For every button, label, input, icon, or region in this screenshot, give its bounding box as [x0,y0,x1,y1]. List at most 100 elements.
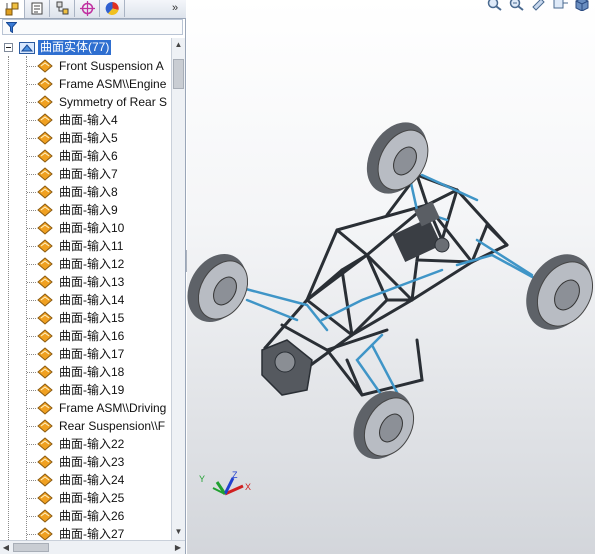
property-icon [31,2,43,15]
surface-bodies-folder[interactable]: 曲面实体(77) [4,39,171,57]
surface-body-item[interactable]: 曲面-输入4 [0,111,171,129]
tree-connector [27,192,36,193]
scroll-thumb[interactable] [173,59,184,89]
color-wheel-icon [105,1,119,16]
tree-filter-bar[interactable] [2,19,183,35]
surface-body-icon [37,149,53,163]
scroll-thumb[interactable] [13,543,49,552]
wheel-rear-left [366,122,429,194]
triad-y-label: Y [199,474,205,484]
tree-connector [27,318,36,319]
scroll-down-icon[interactable]: ▼ [172,525,185,538]
scroll-right-icon[interactable]: ▶ [172,541,184,554]
surface-body-item[interactable]: 曲面-输入15 [0,309,171,327]
surface-body-icon [37,401,53,415]
surface-body-icon [37,131,53,145]
surface-body-item[interactable]: 曲面-输入22 [0,435,171,453]
surface-body-icon [37,473,53,487]
scroll-left-icon[interactable]: ◀ [0,541,12,554]
collapse-icon[interactable] [4,43,13,52]
surface-body-item[interactable]: 曲面-输入9 [0,201,171,219]
front-seat-area [261,339,313,396]
surface-body-icon [37,257,53,271]
tree-connector [27,138,36,139]
surface-body-icon [37,239,53,253]
tree-connector [27,66,36,67]
surface-body-item[interactable]: 曲面-输入23 [0,453,171,471]
surface-body-icon [37,275,53,289]
tree-connector [27,336,36,337]
surface-body-icon [37,293,53,307]
surface-body-label: Front Suspension A [59,59,164,73]
surface-body-item[interactable]: Rear Suspension\\F [0,417,171,435]
surface-body-item[interactable]: 曲面-输入8 [0,183,171,201]
filter-icon [6,22,17,33]
tree-connector [27,210,36,211]
display-manager-tab[interactable] [100,0,125,17]
surface-body-label: 曲面-输入4 [59,113,118,127]
surface-body-label: 曲面-输入14 [59,293,125,307]
tree-connector [27,426,36,427]
surface-body-item[interactable]: 曲面-输入16 [0,327,171,345]
tree-connector [27,84,36,85]
configuration-icon [56,1,69,15]
coordinate-triad: Y Z X [199,470,251,496]
tree-connector [27,372,36,373]
surface-body-label: 曲面-输入8 [59,185,118,199]
surface-body-icon [37,509,53,523]
surface-body-label: 曲面-输入17 [59,347,125,361]
wheel-front-left [187,254,249,322]
triad-x-label: X [245,482,251,492]
tree-connector [27,444,36,445]
surface-body-icon [37,203,53,217]
surface-body-label: 曲面-输入13 [59,275,125,289]
surface-body-item[interactable]: Front Suspension A [0,57,171,75]
surface-body-item[interactable]: Frame ASM\\Driving [0,399,171,417]
tree-connector [27,480,36,481]
surface-body-label: 曲面-输入15 [59,311,125,325]
property-manager-tab[interactable] [25,0,50,17]
tree-connector [27,282,36,283]
more-tabs-button[interactable]: » [165,0,185,17]
surface-body-icon [37,77,53,91]
surface-body-item[interactable]: 曲面-输入10 [0,219,171,237]
surface-body-label: 曲面-输入10 [59,221,125,235]
surface-body-item[interactable]: 曲面-输入11 [0,237,171,255]
feature-manager-tab[interactable] [0,0,25,18]
surface-body-icon [37,527,53,540]
surface-body-label: 曲面-输入9 [59,203,118,217]
tree-connector [27,516,36,517]
surface-body-item[interactable]: 曲面-输入14 [0,291,171,309]
surface-body-item[interactable]: 曲面-输入5 [0,129,171,147]
surface-body-item[interactable]: 曲面-输入25 [0,489,171,507]
tree-connector [27,354,36,355]
graphics-area[interactable]: Y Z X [187,0,595,554]
tree-horizontal-scrollbar[interactable]: ◀ ▶ [0,540,185,554]
surface-body-label: 曲面-输入27 [59,527,125,540]
tree-connector [27,246,36,247]
surface-body-item[interactable]: 曲面-输入24 [0,471,171,489]
surface-body-label: 曲面-输入5 [59,131,118,145]
surface-body-label: 曲面-输入25 [59,491,125,505]
tree-vertical-scrollbar[interactable]: ▲ ▼ [171,38,185,540]
surface-body-item[interactable]: 曲面-输入6 [0,147,171,165]
surface-body-item[interactable]: Symmetry of Rear S [0,93,171,111]
wheel-rear-right [526,254,594,330]
dimxpert-manager-tab[interactable] [75,0,100,17]
surface-body-icon [37,95,53,109]
tree-connector [27,534,36,535]
feature-tree: 曲面实体(77) Front Suspension A Frame ASM\\En… [0,38,171,540]
surface-body-label: Rear Suspension\\F [59,419,166,433]
surface-body-item[interactable]: 曲面-输入19 [0,381,171,399]
surface-body-item[interactable]: 曲面-输入7 [0,165,171,183]
configuration-manager-tab[interactable] [50,0,75,17]
surface-body-icon [37,419,53,433]
surface-body-item[interactable]: 曲面-输入13 [0,273,171,291]
surface-body-item[interactable]: 曲面-输入18 [0,363,171,381]
scroll-up-icon[interactable]: ▲ [172,38,185,51]
surface-body-item[interactable]: 曲面-输入12 [0,255,171,273]
surface-body-item[interactable]: 曲面-输入17 [0,345,171,363]
surface-body-item[interactable]: 曲面-输入27 [0,525,171,540]
surface-body-item[interactable]: Frame ASM\\Engine [0,75,171,93]
surface-body-item[interactable]: 曲面-输入26 [0,507,171,525]
